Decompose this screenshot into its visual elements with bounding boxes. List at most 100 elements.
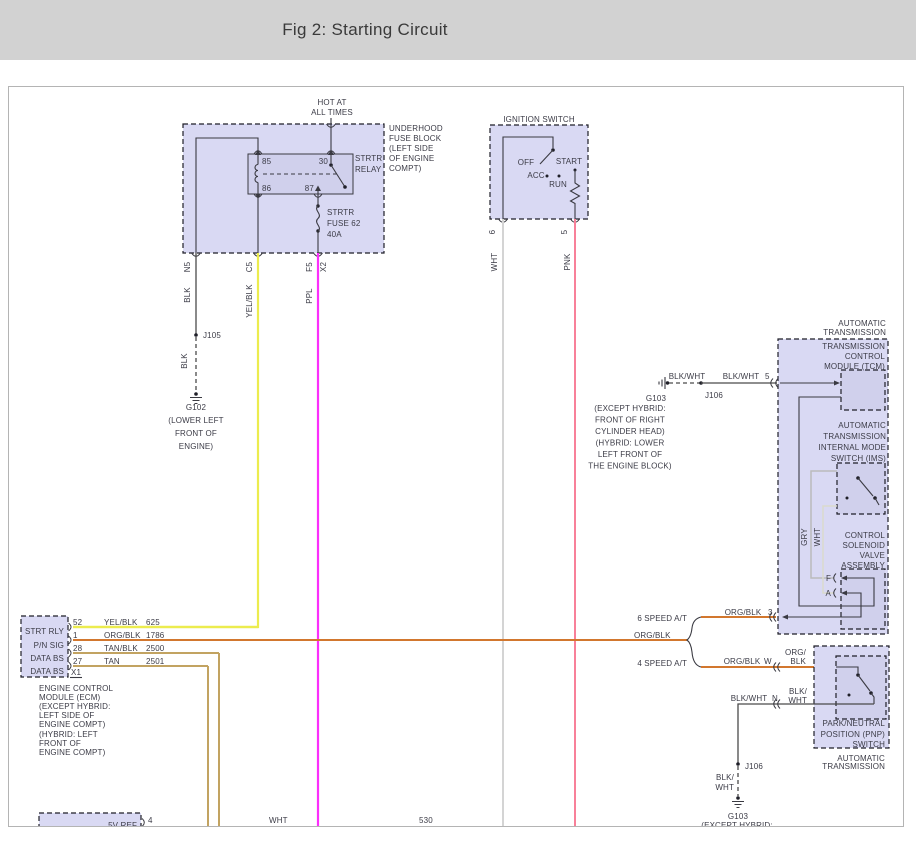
auto-trans-title: AUTOMATIC [838, 319, 886, 328]
tan-blk-row [73, 653, 219, 826]
pin-n5: N5 [183, 261, 192, 272]
relay-name: RELAY [355, 165, 382, 174]
g103-location: (EXCEPT HYBRID: [701, 821, 772, 826]
position-off: OFF [518, 158, 534, 167]
ecm-name: MODULE (ECM) [39, 693, 101, 702]
wire-label-blk-wht-stacked: BLK/ [716, 773, 735, 782]
g102-ground: J105 BLK G102 (LOWER LEFT FRONT OF ENGIN… [168, 331, 223, 451]
ecm-pin: 1 [73, 631, 78, 640]
wire-label-blk-wht-stacked: WHT [715, 783, 734, 792]
fuse-block-name: OF ENGINE [389, 154, 434, 163]
g103-label: G103 [646, 394, 667, 403]
ecm-pin: 28 [73, 644, 83, 653]
bottom-module: 5V REF 4 WHT 530 [39, 813, 433, 826]
wire-label-org-blk: ORG/BLK [634, 631, 671, 640]
vertical-wires [73, 219, 575, 826]
fuse-block-name: COMPT) [389, 164, 422, 173]
ecm-name: ENGINE COMPT) [39, 720, 106, 729]
bottom-wire-color: WHT [269, 816, 288, 825]
pin-w: W [764, 657, 772, 666]
pin-c5: C5 [245, 261, 254, 272]
relay-name: STRTR [355, 154, 382, 163]
ecm-wire-color: YEL/BLK [104, 618, 138, 627]
ecm-name: FRONT OF [39, 739, 81, 748]
pnp-name: SWITCH [853, 740, 886, 749]
bottom-circuit: 530 [419, 816, 433, 825]
wire-label-wht: WHT [813, 528, 822, 547]
four-speed-label: 4 SPEED A/T [637, 659, 687, 668]
ecm-pin: 52 [73, 618, 83, 627]
yel-blk-wire [73, 253, 258, 627]
pin-6: 6 [488, 229, 497, 234]
figure-header: Fig 2: Starting Circuit [0, 0, 916, 60]
ground-icon-horizontal [659, 377, 669, 389]
hot-at-label: ALL TIMES [311, 108, 353, 117]
relay-pin-30: 30 [319, 157, 329, 166]
position-run: RUN [549, 180, 567, 189]
g103-location: CYLINDER HEAD) [595, 427, 665, 436]
ims-name: INTERNAL MODE [819, 443, 886, 452]
relay-pin-85: 85 [262, 157, 272, 166]
ground-icon [190, 392, 202, 403]
bottom-pin: 4 [148, 816, 153, 825]
starting-circuit-diagram: HOT AT ALL TIMES UNDERHOOD FUSE BLOCK (L… [9, 87, 903, 826]
ims-name: TRANSMISSION [823, 432, 886, 441]
pin-n: N [772, 694, 778, 703]
pin-5: 5 [560, 229, 569, 234]
wire-label-pnk: PNK [563, 253, 572, 270]
ecm-signal: STRT RLY [25, 627, 65, 636]
ecm-signal: DATA BS [30, 667, 64, 676]
wire-label-wht: WHT [490, 253, 499, 272]
tcm-name: MODULE (TCM) [824, 362, 885, 371]
wire-label-blk-wht-stacked: WHT [788, 696, 807, 705]
ims-name: SWITCH (IMS) [831, 454, 886, 463]
g103-location: (HYBRID: LOWER [596, 439, 665, 448]
tcm-pin-5: 5 [765, 372, 770, 381]
g103-location: (EXCEPT HYBRID: [594, 404, 665, 413]
solenoid-pin-a: A [826, 589, 832, 598]
j105-splice [194, 333, 198, 337]
pnp-inner-box [836, 656, 886, 719]
fuse-block-name: (LEFT SIDE [389, 144, 433, 153]
solenoid-name: SOLENOID [842, 541, 885, 550]
ecm-circuit: 2500 [146, 644, 165, 653]
g103-location: LEFT FRONT OF [598, 450, 662, 459]
g102-location: FRONT OF [175, 429, 217, 438]
ecm-name: (EXCEPT HYBRID: [39, 702, 110, 711]
wire-label-blk-wht-stacked: BLK/ [789, 687, 808, 696]
ecm: STRT RLY P/N SIG DATA BS DATA BS 52 1 28… [21, 616, 687, 826]
ecm-signal: DATA BS [30, 654, 64, 663]
ecm-wire-color: TAN [104, 657, 120, 666]
tcm-inner-box [841, 370, 885, 410]
wire-label-org-blk: ORG/BLK [724, 657, 761, 666]
pnp-name: PARK/NEUTRAL [822, 719, 885, 728]
wiring-diagram-page: Fig 2: Starting Circuit [0, 0, 916, 848]
j106-splice [736, 762, 740, 766]
ecm-connector-x1: X1 [71, 668, 81, 677]
pin-x2: X2 [319, 262, 328, 272]
underhood-fuse-block: HOT AT ALL TIMES UNDERHOOD FUSE BLOCK (L… [183, 98, 443, 318]
bottom-signal: 5V REF [108, 821, 137, 826]
wire-label-blk-wht: BLK/WHT [723, 372, 760, 381]
ims-inner-box [837, 463, 885, 514]
g102-label: G102 [186, 403, 207, 412]
g103-location: THE ENGINE BLOCK) [588, 462, 672, 471]
wire-label-gry: GRY [800, 528, 809, 546]
tcm-name: CONTROL [845, 352, 886, 361]
tcm-name: TRANSMISSION [822, 342, 885, 351]
ground-icon [732, 796, 744, 807]
wire-label-org-blk-stacked: BLK [790, 657, 806, 666]
six-speed-label: 6 SPEED A/T [637, 614, 687, 623]
pin-f5: F5 [305, 262, 314, 272]
pnp-name: POSITION (PNP) [821, 730, 886, 739]
solenoid-pin-f: F [826, 574, 831, 583]
g102-location: ENGINE) [179, 442, 214, 451]
ecm-wire-color: ORG/BLK [104, 631, 141, 640]
wire-label-yel-blk: YEL/BLK [245, 284, 254, 318]
solenoid-name: VALVE [860, 551, 885, 560]
fuse-name: FUSE 62 [327, 219, 361, 228]
ecm-wire-color: TAN/BLK [104, 644, 138, 653]
j106-label: J106 [705, 391, 723, 400]
hot-at-label: HOT AT [317, 98, 346, 107]
g103-label: G103 [728, 812, 749, 821]
